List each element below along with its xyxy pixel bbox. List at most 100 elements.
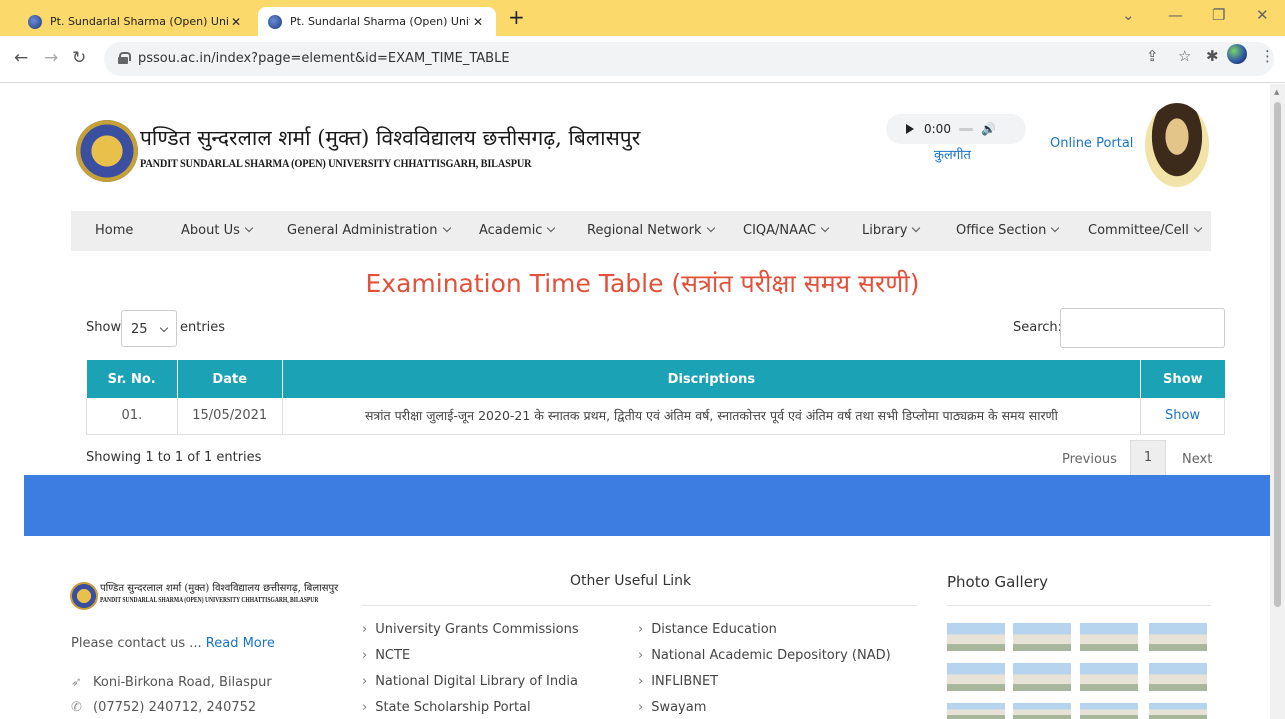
online-portal-link[interactable]: Online Portal <box>1050 136 1133 151</box>
gallery-thumbnail[interactable] <box>1080 623 1138 651</box>
minimize-icon[interactable]: — <box>1168 6 1183 24</box>
main-navigation: Home About Us General Administration Aca… <box>71 211 1211 251</box>
chevron-right-icon: › <box>638 648 644 663</box>
link-ndl[interactable]: › National Digital Library of India <box>362 674 578 689</box>
tab-title: Pt. Sundarlal Sharma (Open) Univ <box>290 15 470 28</box>
profile-avatar[interactable] <box>1227 44 1247 64</box>
scroll-up-icon[interactable]: ▲ <box>1274 88 1279 96</box>
reload-icon[interactable]: ↻ <box>72 48 86 68</box>
tab-strip: Pt. Sundarlal Sharma (Open) Univ ✕ Pt. S… <box>0 0 1285 36</box>
forward-arrow-icon[interactable]: → <box>44 48 58 68</box>
page-1-button[interactable]: 1 <box>1130 440 1166 476</box>
gallery-thumbnail[interactable] <box>1080 663 1138 691</box>
column-header-show[interactable]: Show <box>1140 360 1225 398</box>
contact-text: Please contact us ... Read More <box>71 636 275 651</box>
link-label: INFLIBNET <box>651 674 719 689</box>
founder-portrait <box>1145 103 1209 187</box>
nav-committee-cell[interactable]: Committee/Cell <box>1088 223 1203 238</box>
share-icon[interactable]: ⇪ <box>1146 47 1159 65</box>
chevron-down-icon <box>912 223 921 233</box>
gallery-thumbnail[interactable] <box>1080 703 1138 719</box>
university-favicon-icon <box>28 14 42 29</box>
browser-menu-icon[interactable]: ⋮ <box>1260 47 1275 65</box>
column-header-date[interactable]: Date <box>177 360 283 398</box>
nav-library[interactable]: Library <box>862 223 921 238</box>
nav-office-section[interactable]: Office Section <box>956 223 1060 238</box>
close-window-icon[interactable]: ✕ <box>1256 6 1269 24</box>
search-input[interactable] <box>1060 308 1225 348</box>
kulgeet-audio-player[interactable]: 0:00 🔊 <box>886 114 1026 144</box>
back-arrow-icon[interactable]: ← <box>14 48 28 68</box>
chevron-down-icon <box>1193 223 1203 233</box>
previous-page-button[interactable]: Previous <box>1062 452 1117 467</box>
next-page-button[interactable]: Next <box>1182 452 1212 467</box>
play-icon[interactable] <box>906 124 914 134</box>
close-tab-icon[interactable]: ✕ <box>470 15 486 29</box>
cell-sr-no: 01. <box>86 398 178 435</box>
audio-progress[interactable] <box>958 127 973 131</box>
nav-home[interactable]: Home <box>95 223 133 238</box>
page-size-value: 25 <box>131 322 148 337</box>
gallery-thumbnail[interactable] <box>947 623 1005 651</box>
link-nad[interactable]: › National Academic Depository (NAD) <box>638 648 891 663</box>
scrollbar-thumb[interactable] <box>1274 102 1281 607</box>
gallery-thumbnail[interactable] <box>947 663 1005 691</box>
chevron-right-icon: › <box>638 622 644 637</box>
nav-label: General Administration <box>287 223 438 238</box>
link-ncte[interactable]: › NCTE <box>362 648 410 663</box>
link-label: University Grants Commissions <box>375 622 579 637</box>
url-text[interactable]: pssou.ac.in/index?page=element&id=EXAM_T… <box>138 51 510 66</box>
address-line: ➶ Koni-Birkona Road, Bilaspur <box>71 675 272 690</box>
column-header-sr-no[interactable]: Sr. No. <box>86 360 178 398</box>
gallery-thumbnail[interactable] <box>947 703 1005 719</box>
nav-ciqa-naac[interactable]: CIQA/NAAC <box>743 223 830 238</box>
link-inflibnet[interactable]: › INFLIBNET <box>638 674 718 689</box>
cell-show: Show <box>1140 398 1225 435</box>
browser-tab-1[interactable]: Pt. Sundarlal Sharma (Open) Univ ✕ <box>18 7 254 36</box>
nav-label: Academic <box>479 223 543 238</box>
new-tab-button[interactable]: + <box>508 5 525 29</box>
link-label: National Academic Depository (NAD) <box>651 648 891 663</box>
nav-regional-network[interactable]: Regional Network <box>587 223 715 238</box>
restore-icon[interactable]: ❐ <box>1212 6 1225 24</box>
chevron-down-icon <box>1051 223 1060 233</box>
nav-about-us[interactable]: About Us <box>181 223 254 238</box>
gallery-thumbnail[interactable] <box>1013 623 1071 651</box>
gallery-thumbnail[interactable] <box>1149 703 1207 719</box>
browser-tab-2[interactable]: Pt. Sundarlal Sharma (Open) Univ ✕ <box>258 7 496 36</box>
tab-title: Pt. Sundarlal Sharma (Open) Univ <box>50 15 228 28</box>
university-name-hindi: पण्डित सुन्दरलाल शर्मा (मुक्त) विश्वविद्… <box>140 126 641 150</box>
university-seal-logo[interactable] <box>76 120 138 182</box>
university-favicon-icon <box>268 14 282 29</box>
show-link[interactable]: Show <box>1165 408 1200 423</box>
gallery-thumbnail[interactable] <box>1013 663 1071 691</box>
gallery-thumbnail[interactable] <box>1149 663 1207 691</box>
link-ugc[interactable]: › University Grants Commissions <box>362 622 579 637</box>
nav-label: Regional Network <box>587 223 702 238</box>
useful-links-title: Other Useful Link <box>570 573 692 589</box>
page-size-select[interactable]: 25 <box>121 310 177 347</box>
location-arrow-icon: ➶ <box>71 675 82 690</box>
link-swayam[interactable]: › Swayam <box>638 700 706 715</box>
volume-icon[interactable]: 🔊 <box>981 122 996 136</box>
tab-search-icon[interactable]: ⌄ <box>1122 6 1135 24</box>
link-distance-education[interactable]: › Distance Education <box>638 622 777 637</box>
page-scrollbar[interactable]: ▲ <box>1270 84 1285 719</box>
phone-icon: ✆ <box>71 700 82 715</box>
gallery-thumbnail[interactable] <box>1013 703 1071 719</box>
exam-timetable: Sr. No. Date Discriptions Show 01. 15/05… <box>86 360 1225 435</box>
gallery-thumbnail[interactable] <box>1149 623 1207 651</box>
column-header-descriptions[interactable]: Discriptions <box>282 360 1142 398</box>
footer-university-name-hindi: पण्डित सुन्दरलाल शर्मा (मुक्त) विश्वविद्… <box>100 583 339 594</box>
bookmark-star-icon[interactable]: ☆ <box>1178 47 1191 65</box>
link-label: State Scholarship Portal <box>375 700 531 715</box>
extensions-puzzle-icon[interactable]: ✱ <box>1206 47 1219 65</box>
chevron-right-icon: › <box>362 674 368 689</box>
link-scholarship[interactable]: › State Scholarship Portal <box>362 700 531 715</box>
close-tab-icon[interactable]: ✕ <box>228 15 244 29</box>
address-bar[interactable]: pssou.ac.in/index?page=element&id=EXAM_T… <box>104 42 1274 76</box>
read-more-link[interactable]: Read More <box>206 636 275 651</box>
kulgeet-link[interactable]: कुलगीत <box>934 145 971 163</box>
nav-general-administration[interactable]: General Administration <box>287 223 451 238</box>
nav-academic[interactable]: Academic <box>479 223 556 238</box>
